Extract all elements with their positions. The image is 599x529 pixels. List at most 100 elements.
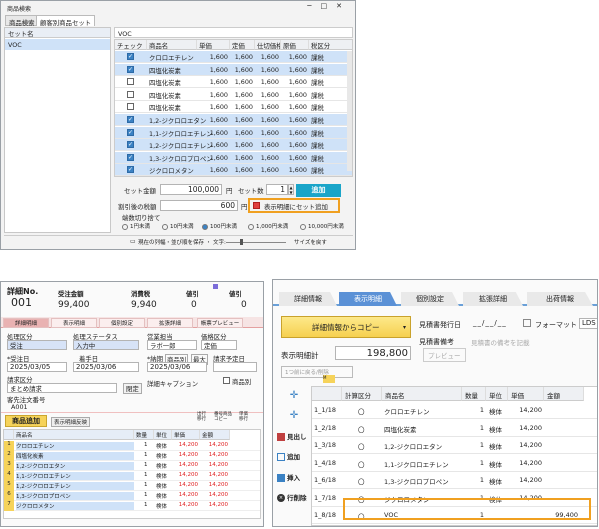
reset-size-label[interactable]: サイズを戻す [294, 238, 327, 246]
scrollbar[interactable] [347, 51, 352, 171]
sales-rep-field[interactable]: ラボ一郎 [147, 340, 197, 350]
format-select[interactable]: LDS [579, 318, 597, 329]
price-cell: 1,600 [260, 128, 279, 137]
set-list-item[interactable]: VOC [5, 39, 110, 50]
tool-2[interactable]: 番号商品 コピー [214, 412, 234, 422]
product-name: 四塩化炭素 [16, 452, 134, 460]
copy-from-detail-button[interactable]: 詳細情報からコピー ▾ [281, 316, 411, 338]
table-row[interactable]: ✓ 1,2-ジクロロエチレン 1,600 1,600 1,600 1,600 課税 [115, 139, 352, 152]
checkbox[interactable]: ✓ [127, 65, 134, 73]
delete-row-button[interactable]: × 行削除 [277, 492, 311, 502]
table-row[interactable]: 1_1/18 〇 クロロエチレン 1 検体 14,200 [312, 402, 597, 419]
table-row[interactable]: ✓ 1,2-ジクロロエタン 1,600 1,600 1,600 1,600 課税 [115, 114, 352, 126]
spin-icon[interactable]: ▲ ▼ [288, 184, 294, 195]
table-row[interactable]: 1 クロロエチレン 1 検体 14,200 14,200 [4, 441, 260, 451]
checkbox[interactable] [127, 103, 134, 111]
tab-product-search[interactable]: 商品検索 [5, 15, 39, 27]
table-row[interactable]: ✓ 1,1-ジクロロエチレン 1,600 1,600 1,600 1,600 課税 [115, 126, 352, 139]
save-icon[interactable]: ▭ [130, 238, 136, 245]
round-option[interactable]: 10,000円未満 [300, 222, 344, 230]
price-kubun-select[interactable]: 定価 [201, 340, 237, 350]
table-row[interactable]: 3 1,2-ジクロロエタン 1 検体 14,200 14,200 [4, 461, 260, 471]
table-row[interactable]: 1_6/18 〇 1,3-ジクロロプロペン 1 検体 14,200 [312, 472, 597, 489]
customer-order-value[interactable]: A001 [11, 403, 28, 411]
note-field[interactable]: 見積書の備考を記載 [471, 337, 530, 347]
issue-date-field[interactable]: __/__/__ [473, 319, 507, 327]
table-row[interactable]: ✓ 1,3-ジクロロプロペン 1,600 1,600 1,600 1,600 課税 [115, 151, 352, 164]
table-row[interactable]: 5 1,2-ジクロロエチレン 1 検体 14,200 14,200 [4, 481, 260, 491]
table-row[interactable]: 1_2/18 〇 四塩化炭素 1 検体 14,200 [312, 420, 597, 437]
discount-tax-field[interactable]: 600 [160, 200, 238, 211]
add-to-display-checkbox[interactable] [253, 201, 260, 209]
set-count-field[interactable]: 1 [266, 184, 288, 195]
round-option[interactable]: 1円未満 [122, 222, 150, 230]
price-cell: 1,600 [209, 141, 228, 150]
checkbox[interactable]: ✓ [127, 153, 134, 161]
qty-cell: 1 [479, 423, 484, 432]
undo-button[interactable]: 1つ前に戻る/削除 [281, 366, 353, 378]
table-row[interactable]: 2 四塩化炭素 1 検体 14,200 14,200 [4, 451, 260, 461]
checkbox[interactable]: ✓ [127, 128, 134, 136]
round-option[interactable]: 100円未満 [202, 222, 237, 230]
add-button[interactable]: 追加 [277, 451, 311, 461]
table-row[interactable]: 7 ジクロロメタン 1 検体 14,200 14,200 [4, 501, 260, 511]
goods-checkbox[interactable] [223, 376, 230, 384]
save-layout-label[interactable]: 現在の列幅・並び順を保存 ・ 文字: [138, 238, 226, 246]
delivery-date-field[interactable]: 2025/03/06 [147, 362, 207, 372]
set-total-field[interactable]: 100,000 [160, 184, 222, 195]
heading-button[interactable]: 見出し [277, 431, 311, 441]
font-size-slider[interactable] [226, 242, 286, 243]
calendar-icon[interactable] [523, 319, 531, 327]
tab-1[interactable]: 表示明細 [339, 292, 397, 306]
add-goods-button[interactable]: 商品追加 [5, 415, 47, 427]
kubun-select[interactable]: 受注 [7, 340, 67, 350]
checkbox[interactable]: ✓ [127, 166, 134, 174]
close-button[interactable]: 閉定 [123, 383, 142, 394]
reflect-button[interactable]: 表示明細反映 [51, 417, 91, 427]
order-date-field[interactable]: 2025/03/05 [7, 362, 67, 372]
billing-kubun-select[interactable]: まとめ請求 [7, 383, 117, 393]
round-option[interactable]: 10円未満 [162, 222, 194, 230]
status-select[interactable]: 入力中 [73, 340, 139, 350]
checkbox[interactable]: ✓ [127, 53, 134, 60]
add-button[interactable]: 追加 [296, 184, 341, 197]
round-option[interactable]: 1,000円未満 [248, 222, 288, 230]
table-row[interactable]: 四塩化炭素 1,600 1,600 1,600 1,600 課税 [115, 101, 352, 114]
tab-2[interactable]: 個別設定 [99, 318, 145, 328]
table-row[interactable]: 1_3/18 〇 1,2-ジクロロエタン 1 検体 14,200 [312, 437, 597, 454]
billing-plan-field[interactable] [213, 362, 257, 372]
tool-1[interactable]: 出行 移行 [197, 412, 211, 422]
tab-0[interactable]: 詳細明細 [3, 318, 49, 328]
start-date-field[interactable]: 2025/03/06 [73, 362, 139, 372]
checkbox[interactable]: ✓ [127, 141, 134, 149]
table-row[interactable]: 4 1,1-ジクロロエチレン 1 検体 14,200 14,200 [4, 471, 260, 481]
insert-button[interactable]: 挿入 [277, 472, 311, 482]
table-row[interactable]: 四塩化炭素 1,600 1,600 1,600 1,600 課税 [115, 89, 352, 101]
set-detail-pane: VOC チェック 商品名 単価 定価 仕切価格 原価 税区分 ✓ クロロエチレン 1,600 1,6… [114, 27, 353, 233]
table-row[interactable]: 1_4/18 〇 1,1-ジクロロエチレン 1 検体 14,200 [312, 455, 597, 472]
grid-header-cell: 商品名 [147, 40, 197, 50]
tab-3[interactable]: 拡張詳細 [463, 292, 523, 306]
price-cell: 1,600 [260, 153, 279, 162]
tab-0[interactable]: 詳細情報 [279, 292, 337, 306]
move-up-icon[interactable]: ✛ [283, 390, 305, 404]
tab-3[interactable]: 拡張詳細 [147, 318, 193, 328]
tab-4[interactable]: 出荷情報 [527, 292, 593, 306]
checkbox[interactable] [127, 90, 134, 98]
tab-customer-set[interactable]: 顧客別商品セット [36, 15, 96, 27]
table-row[interactable]: ✓ 四塩化炭素 1,600 1,600 1,600 1,600 課税 [115, 63, 352, 76]
table-row[interactable]: 6 1,3-ジクロロプロペン 1 検体 14,200 14,200 [4, 491, 260, 501]
tab-2[interactable]: 個別設定 [401, 292, 459, 306]
preview-button[interactable]: プレビュー [423, 348, 466, 362]
tool-3[interactable]: 単価 移行 [239, 412, 253, 422]
move-icon[interactable]: ✛ [283, 410, 305, 424]
table-row[interactable]: ✓ ジクロロメタン 1,600 1,600 1,600 1,600 課税 [115, 164, 352, 176]
table-row[interactable]: 四塩化炭素 1,600 1,600 1,600 1,600 課税 [115, 76, 352, 89]
table-row[interactable]: ✓ クロロエチレン 1,600 1,600 1,600 1,600 課税 [115, 51, 352, 63]
row-number: 2 [4, 451, 14, 461]
checkbox[interactable]: ✓ [127, 116, 134, 123]
checkbox[interactable] [127, 78, 134, 86]
slider-thumb[interactable] [240, 239, 243, 245]
tab-4[interactable]: 帳票プレビュー [197, 318, 243, 328]
tab-1[interactable]: 表示明細 [51, 318, 97, 328]
